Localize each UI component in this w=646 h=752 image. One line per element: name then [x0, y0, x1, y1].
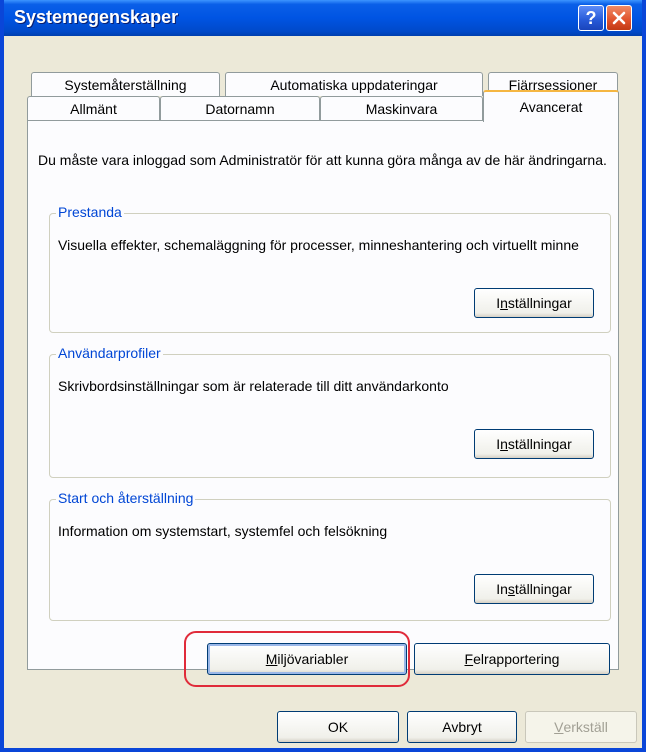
startup-recovery-settings-button[interactable]: In s tällningar [474, 574, 594, 604]
environment-variables-button[interactable]: Miljövariabler [207, 643, 407, 675]
close-button[interactable] [606, 5, 632, 31]
tab-general[interactable]: Allmänt [27, 96, 160, 121]
help-icon: ? [585, 7, 597, 28]
user-profiles-group: Användarprofiler Skrivbordsinställningar… [49, 345, 611, 478]
performance-settings-button[interactable]: In ställningar [474, 288, 594, 318]
performance-description: Visuella effekter, schemaläggning för pr… [58, 237, 579, 253]
window-title: Systemegenskaper [14, 7, 179, 27]
performance-legend: Prestanda [56, 204, 124, 220]
tab-computer-name[interactable]: Datornamn [160, 96, 320, 121]
user-profiles-legend: Användarprofiler [56, 345, 163, 361]
tab-advanced[interactable]: Avancerat [483, 90, 619, 122]
advanced-tab-panel: Du måste vara inloggad som Administratör… [27, 120, 619, 675]
startup-recovery-description: Information om systemstart, systemfel oc… [58, 523, 388, 539]
performance-group: Prestanda Visuella effekter, schemaläggn… [49, 204, 611, 333]
user-profiles-description: Skrivbordsinställningar som är relaterad… [58, 378, 449, 394]
ok-button[interactable]: OK [277, 711, 399, 743]
error-reporting-button[interactable]: Felrapportering [414, 643, 610, 675]
title-bar[interactable]: Systemegenskaper ? [4, 0, 642, 36]
apply-button[interactable]: Verkställ [525, 711, 637, 743]
tab-system-restore[interactable]: Systemåterställning [31, 72, 220, 96]
user-profiles-settings-button[interactable]: In ställningar [474, 429, 594, 459]
tab-automatic-updates[interactable]: Automatiska uppdateringar [225, 72, 483, 96]
help-button[interactable]: ? [578, 5, 604, 31]
startup-recovery-legend: Start och återställning [56, 490, 196, 506]
tab-hardware[interactable]: Maskinvara [320, 96, 483, 121]
close-icon [612, 11, 626, 25]
cancel-button[interactable]: Avbryt [407, 711, 517, 743]
system-properties-dialog: Systemegenskaper ? Systemåterställning A… [0, 0, 646, 752]
startup-recovery-group: Start och återställning Information om s… [49, 490, 611, 621]
admin-notice: Du måste vara inloggad som Administratör… [38, 152, 607, 168]
